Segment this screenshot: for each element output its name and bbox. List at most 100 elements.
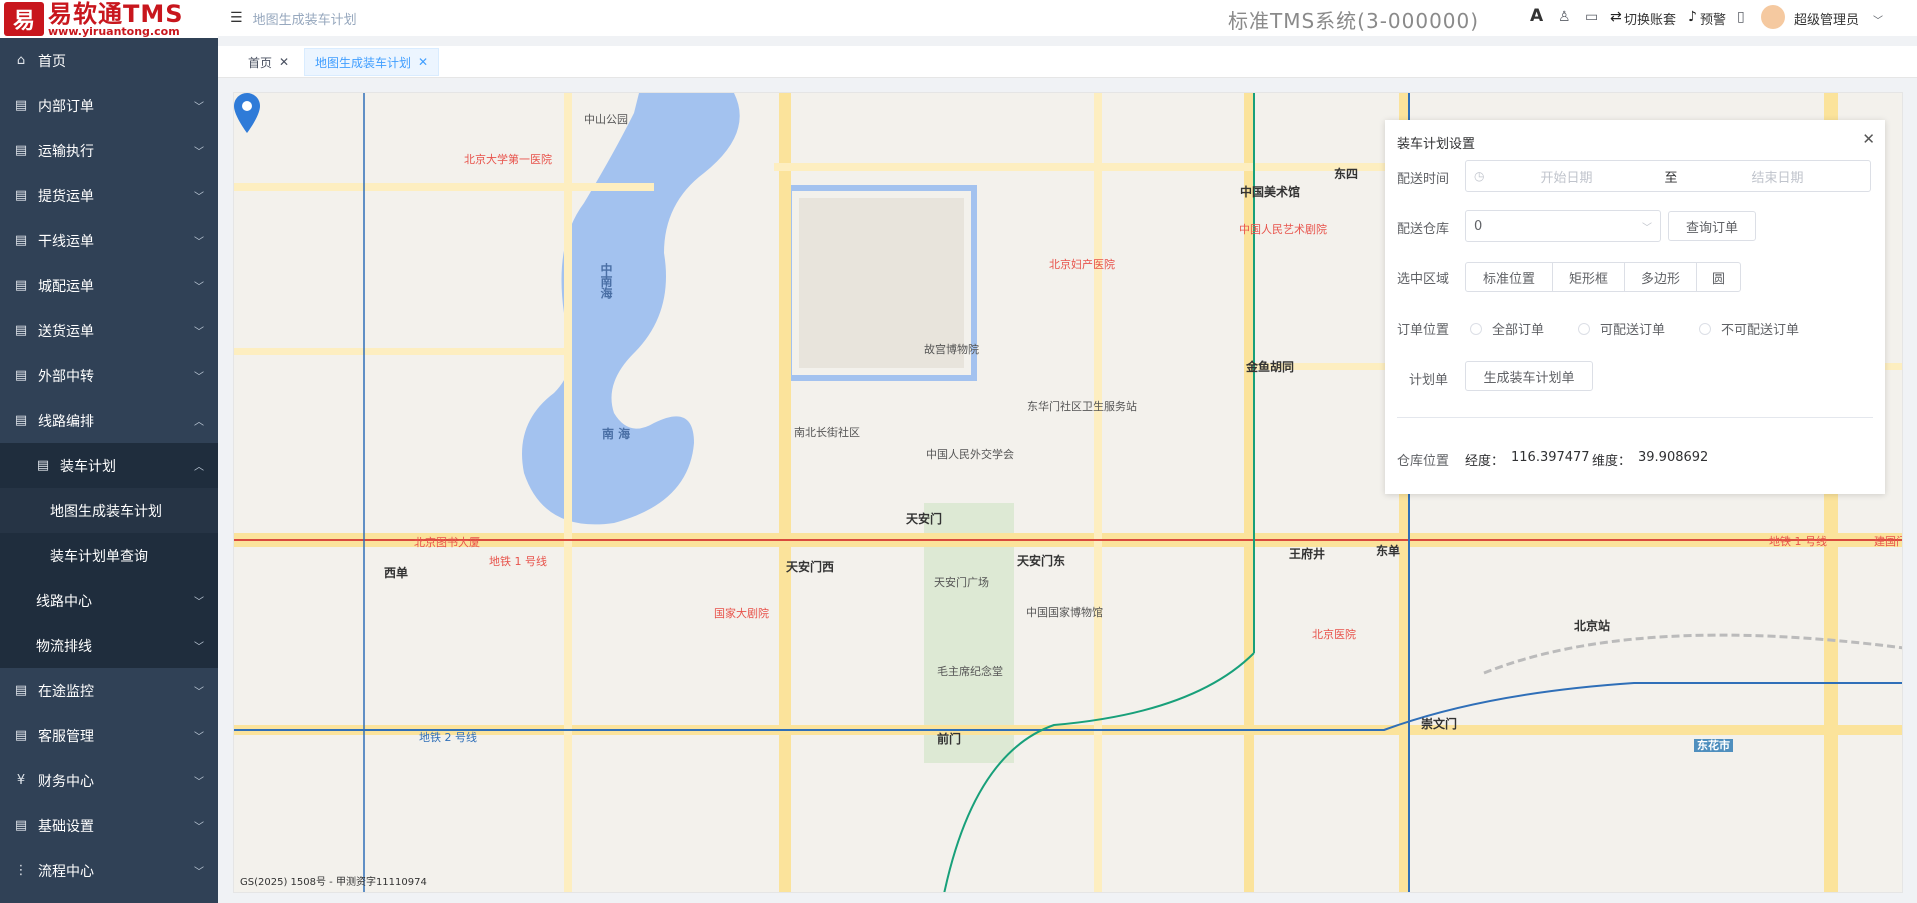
warehouse-select[interactable]: 0 ﹀	[1465, 210, 1661, 242]
document-icon[interactable]: ▯	[1737, 9, 1745, 25]
monitor-icon[interactable]: ▭	[1585, 9, 1598, 25]
bell-icon[interactable]: ♪	[1688, 9, 1697, 25]
map-label: 北京大学第一医院	[464, 153, 552, 166]
logo-url: www.yiruantong.com	[48, 24, 180, 38]
menu-process-center[interactable]: ⋮ 流程中心 ﹀	[0, 848, 218, 893]
close-icon[interactable]: ✕	[279, 55, 289, 69]
switch-account-icon[interactable]: ⇄	[1610, 9, 1622, 25]
menu-external-transfer[interactable]: ▤ 外部中转 ﹀	[0, 353, 218, 398]
radio-deliverable-orders[interactable]: 可配送订单	[1578, 319, 1665, 338]
close-icon[interactable]: ✕	[1862, 130, 1875, 148]
map-label: 东单	[1376, 544, 1401, 558]
map-label: 北京妇产医院	[1049, 258, 1115, 271]
grid-icon: ▤	[14, 368, 28, 383]
user-icon[interactable]: ♙	[1558, 9, 1571, 25]
chevron-down-icon: ﹀	[194, 597, 204, 608]
map-label: 金鱼胡同	[1246, 360, 1295, 374]
grid-icon: ▤	[14, 278, 28, 293]
sidebar: 易 易软通TMS www.yiruantong.com ⌂ 首页 ▤ 内部订单 ﹀ ▤…	[0, 0, 218, 903]
user-name[interactable]: 超级管理员	[1794, 9, 1859, 28]
map-label: 天安门东	[1017, 554, 1066, 568]
font-size-icon[interactable]: A	[1530, 6, 1543, 26]
area-rectangle-button[interactable]: 矩形框	[1552, 262, 1625, 292]
grid-icon: ▤	[36, 458, 50, 473]
yen-icon: ¥	[16, 773, 26, 788]
longitude-value: 116.397477	[1511, 450, 1590, 465]
map-label: 王府井	[1289, 547, 1326, 561]
tag-map-loading-plan[interactable]: 地图生成装车计划 ✕	[304, 48, 440, 76]
radio-undeliverable-orders[interactable]: 不可配送订单	[1699, 319, 1799, 338]
radio-dot	[1578, 322, 1590, 335]
start-date-input[interactable]: 开始日期	[1540, 167, 1650, 186]
grid-icon: ▤	[14, 818, 28, 833]
menu-customer-service[interactable]: ▤ 客服管理 ﹀	[0, 713, 218, 758]
tag-home[interactable]: 首页 ✕	[238, 48, 299, 76]
menu-route-center[interactable]: 线路中心 ﹀	[0, 578, 218, 623]
menu-city-delivery[interactable]: ▤ 城配运单 ﹀	[0, 263, 218, 308]
delivery-date-range[interactable]: ◷ 开始日期 至 结束日期	[1465, 160, 1871, 192]
chevron-down-icon[interactable]: ﹀	[1873, 12, 1883, 27]
area-standard-button[interactable]: 标准位置	[1465, 262, 1553, 292]
chevron-down-icon: ﹀	[194, 102, 204, 113]
chevron-down-icon: ﹀	[194, 687, 204, 698]
close-icon[interactable]: ✕	[418, 55, 428, 69]
map-label: 前门	[937, 732, 962, 746]
area-polygon-button[interactable]: 多边形	[1624, 262, 1697, 292]
grid-icon: ▤	[14, 98, 28, 113]
map-label: 地铁 2 号线	[419, 731, 477, 744]
chevron-down-icon: ﹀	[194, 237, 204, 248]
hamburger-icon[interactable]: ☰	[230, 10, 243, 26]
generate-plan-button[interactable]: 生成装车计划单	[1465, 361, 1593, 391]
clock-icon: ◷	[1474, 169, 1485, 183]
menu-trunk[interactable]: ▤ 干线运单 ﹀	[0, 218, 218, 263]
chevron-down-icon: ﹀	[194, 777, 204, 788]
menu-map-loading-plan[interactable]: 地图生成装车计划	[0, 488, 218, 533]
warehouse-location-pin-icon[interactable]	[234, 93, 260, 133]
switch-account-link[interactable]: 切换账套	[1624, 9, 1676, 28]
area-label: 选中区域	[1397, 272, 1450, 287]
divider	[1397, 417, 1873, 418]
map-label: 北京医院	[1312, 628, 1356, 641]
avatar[interactable]	[1761, 5, 1785, 29]
map-label: 中国人民艺术剧院	[1239, 223, 1327, 236]
menu-in-transit[interactable]: ▤ 在途监控 ﹀	[0, 668, 218, 713]
end-date-input[interactable]: 结束日期	[1752, 167, 1804, 186]
area-circle-button[interactable]: 圆	[1696, 262, 1741, 292]
latitude-label: 维度：	[1592, 454, 1632, 469]
tags-bar: 首页 ✕ 地图生成装车计划 ✕	[218, 46, 1917, 78]
menu-route-planning[interactable]: ▤ 线路编排 ︿	[0, 398, 218, 443]
map-label: 南北长街社区	[794, 426, 860, 439]
menu-internal-orders[interactable]: ▤ 内部订单 ﹀	[0, 83, 218, 128]
menu-loading-plan[interactable]: ▤ 装车计划 ︿	[0, 443, 218, 488]
map-label: 故宫博物院	[924, 343, 979, 356]
longitude-label: 经度：	[1465, 454, 1505, 469]
chevron-down-icon: ﹀	[194, 372, 204, 383]
chevron-down-icon: ﹀	[194, 327, 204, 338]
chevron-down-icon: ﹀	[194, 192, 204, 203]
query-orders-button[interactable]: 查询订单	[1668, 211, 1756, 241]
radio-all-orders[interactable]: 全部订单	[1470, 319, 1544, 338]
chevron-down-icon: ﹀	[194, 147, 204, 158]
menu-transport-exec[interactable]: ▤ 运输执行 ﹀	[0, 128, 218, 173]
chevron-down-icon: ﹀	[194, 867, 204, 878]
alert-link[interactable]: 预警	[1700, 9, 1726, 28]
menu-loading-plan-query[interactable]: 装车计划单查询	[0, 533, 218, 578]
map-label: 国家大剧院	[714, 607, 769, 620]
map-label: 北京图书大厦	[414, 536, 480, 549]
range-separator: 至	[1664, 170, 1678, 186]
menu-finance[interactable]: ¥ 财务中心 ﹀	[0, 758, 218, 803]
home-icon: ⌂	[16, 53, 26, 68]
warehouse-value: 0	[1474, 218, 1483, 234]
menu-delivery[interactable]: ▤ 送货运单 ﹀	[0, 308, 218, 353]
latitude-value: 39.908692	[1638, 450, 1709, 465]
menu-home[interactable]: ⌂ 首页	[0, 38, 218, 83]
menu-pickup[interactable]: ▤ 提货运单 ﹀	[0, 173, 218, 218]
map-label: 东四	[1334, 167, 1359, 181]
menu-logistics-routing[interactable]: 物流排线 ﹀	[0, 623, 218, 668]
map-label: 建国门	[1874, 535, 1902, 548]
chevron-down-icon: ﹀	[194, 642, 204, 653]
logo: 易 易软通TMS www.yiruantong.com	[0, 0, 218, 38]
map-label: 地铁 1 号线	[489, 555, 547, 568]
map-label: 北京站	[1574, 619, 1611, 633]
menu-basic-settings[interactable]: ▤ 基础设置 ﹀	[0, 803, 218, 848]
